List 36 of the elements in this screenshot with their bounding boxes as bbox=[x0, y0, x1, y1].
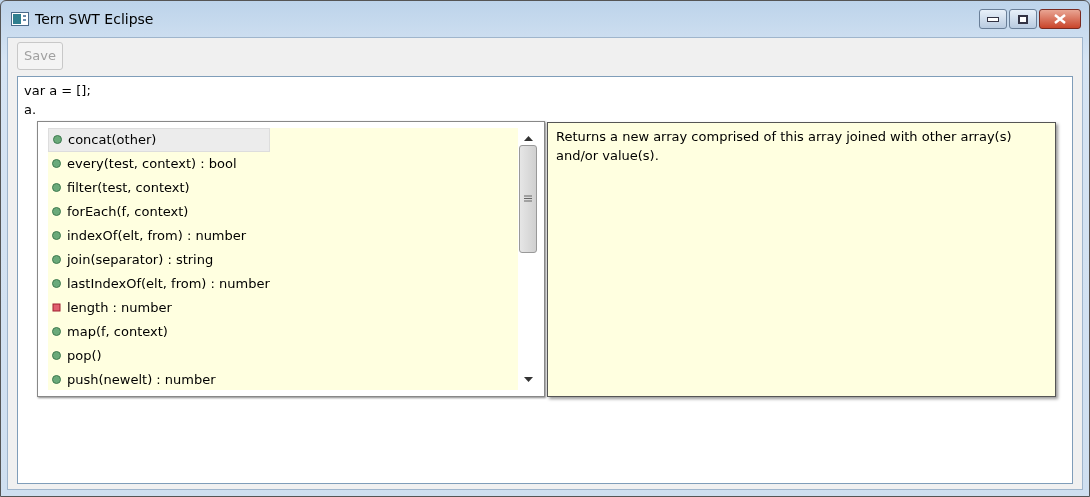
completion-item[interactable]: filter(test, context) bbox=[48, 175, 196, 200]
method-icon bbox=[52, 279, 61, 288]
scroll-down-icon[interactable] bbox=[523, 376, 533, 382]
code-line: var a = []; bbox=[24, 81, 92, 100]
completion-item[interactable]: lastIndexOf(elt, from) : number bbox=[48, 271, 276, 296]
method-icon bbox=[52, 327, 61, 336]
documentation-text: Returns a new array comprised of this array joined with other array(s) and/or value(s). bbox=[556, 127, 1013, 165]
app-icon bbox=[11, 12, 29, 26]
completion-item[interactable]: forEach(f, context) bbox=[48, 199, 195, 224]
method-icon bbox=[52, 159, 61, 168]
grip-icon[interactable] bbox=[524, 195, 532, 202]
completion-item[interactable]: length : number bbox=[48, 295, 178, 320]
method-icon bbox=[52, 183, 61, 192]
maximize-button[interactable] bbox=[1009, 9, 1037, 29]
scroll-up-icon[interactable] bbox=[523, 135, 533, 141]
method-icon bbox=[52, 231, 61, 240]
method-icon bbox=[52, 375, 61, 384]
method-icon bbox=[52, 207, 61, 216]
completion-item[interactable]: join(separator) : string bbox=[48, 247, 220, 272]
close-button[interactable] bbox=[1039, 9, 1081, 29]
completion-item[interactable]: map(f, context) bbox=[48, 319, 174, 344]
maximize-icon bbox=[1018, 14, 1028, 24]
field-icon bbox=[52, 303, 61, 312]
window-title: Tern SWT Eclipse bbox=[35, 9, 154, 29]
completion-item[interactable]: indexOf(elt, from) : number bbox=[48, 223, 253, 248]
code-line: a. bbox=[24, 100, 38, 119]
completion-item[interactable]: pop() bbox=[48, 343, 108, 368]
completion-item[interactable]: every(test, context) : bool bbox=[48, 151, 243, 176]
completion-item[interactable]: concat(other) bbox=[48, 127, 270, 152]
close-icon bbox=[1054, 14, 1066, 24]
method-icon bbox=[53, 135, 62, 144]
minimize-button[interactable] bbox=[979, 9, 1007, 29]
method-icon bbox=[52, 255, 61, 264]
completion-item[interactable]: push(newelt) : number bbox=[48, 367, 222, 390]
method-icon bbox=[52, 351, 61, 360]
minimize-icon bbox=[987, 16, 999, 22]
